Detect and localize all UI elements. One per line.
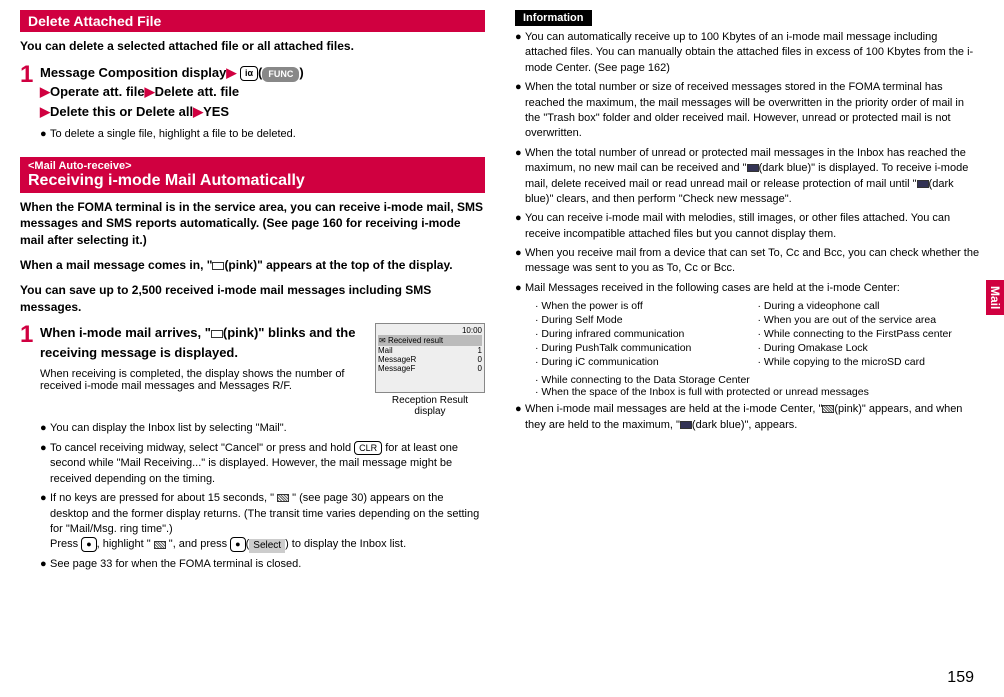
- bullet-icon: ●: [515, 246, 525, 277]
- step2-b2: To cancel receiving midway, select "Canc…: [50, 441, 485, 487]
- left-column: Delete Attached File You can delete a se…: [20, 10, 485, 582]
- bullet-icon: ●: [515, 281, 525, 296]
- envelope-icon: [211, 330, 223, 338]
- reception-result-figure: 10:00 ✉ Received result Mail1 MessageR0 …: [375, 323, 485, 417]
- step1-text-d: Delete this or Delete all: [50, 104, 193, 119]
- mail-auto-receive-block: <Mail Auto-receive> Receiving i-mode Mai…: [20, 157, 485, 193]
- bullet-icon: ●: [515, 402, 525, 433]
- clr-key-icon: CLR: [354, 441, 382, 456]
- mail-auto-tag: <Mail Auto-receive>: [28, 160, 477, 172]
- list-item: · When the power is off: [535, 300, 758, 312]
- txt: (dark blue)", appears.: [692, 419, 797, 431]
- center-mail-icon: [822, 405, 834, 413]
- envelope-darkblue-icon: [747, 164, 759, 172]
- list-item: · During Omakase Lock: [758, 342, 981, 354]
- list-item: · During a videophone call: [758, 300, 981, 312]
- list-item: · While connecting to the Data Storage C…: [535, 374, 980, 386]
- screen-row: Mail: [378, 346, 393, 355]
- txt: To cancel receiving midway, select "Canc…: [50, 442, 354, 454]
- auto-intro-1: When the FOMA terminal is in the service…: [20, 199, 485, 249]
- screen-val: 0: [478, 355, 482, 364]
- info-b2: When the total number or size of receive…: [525, 80, 980, 142]
- step1-text-e: YES: [203, 104, 229, 119]
- bullet-icon: ●: [40, 441, 50, 487]
- bullet-icon: ●: [515, 30, 525, 76]
- list-item: · While connecting to the FirstPass cent…: [758, 328, 981, 340]
- side-tab-mail: Mail: [986, 280, 1004, 315]
- bullet-icon: ●: [515, 211, 525, 242]
- ialpha-key-icon: iα: [240, 66, 258, 82]
- list-item: · During PushTalk communication: [535, 342, 758, 354]
- bullet-icon: ●: [40, 557, 50, 572]
- list-item: · During Self Mode: [535, 314, 758, 326]
- auto-intro-2: When a mail message comes in, "(pink)" a…: [20, 257, 485, 274]
- mail-auto-header: Receiving i-mode Mail Automatically: [28, 172, 477, 190]
- step1-text-a: Message Composition display: [40, 65, 226, 80]
- step1-title: Message Composition display▶ iα(FUNC) ▶O…: [40, 63, 485, 122]
- figure-caption: Reception Result display: [375, 395, 485, 417]
- list-item: · When the space of the Inbox is full wi…: [535, 386, 980, 398]
- step2-b1: You can display the Inbox list by select…: [50, 421, 485, 436]
- txt: Press: [50, 539, 81, 551]
- screen-title: Received result: [388, 336, 443, 345]
- arrow-icon: ▶: [226, 65, 236, 80]
- center-mail-darkblue-icon: [680, 421, 692, 429]
- step1-bullet: To delete a single file, highlight a fil…: [50, 127, 485, 142]
- step1-text-b: Operate att. file: [50, 84, 145, 99]
- delete-attached-header: Delete Attached File: [20, 10, 485, 32]
- envelope-icon: [212, 262, 224, 270]
- info-b1: You can automatically receive up to 100 …: [525, 30, 980, 76]
- bullet-icon: ●: [40, 127, 50, 142]
- bullet-icon: ●: [40, 491, 50, 553]
- bullet-icon: ●: [515, 80, 525, 142]
- screen-val: 1: [478, 346, 482, 355]
- list-item: · During iC communication: [535, 356, 758, 368]
- nav-key-icon: ●: [230, 537, 245, 552]
- step-1b: 1 10:00 ✉ Received result Mail1 MessageR…: [20, 323, 485, 576]
- screen-val: 0: [478, 364, 482, 373]
- screen-row: MessageF: [378, 364, 415, 373]
- arrow-icon: ▶: [145, 84, 155, 99]
- txt: When i-mode mail messages are held at th…: [525, 403, 822, 415]
- arrow-icon: ▶: [193, 104, 203, 119]
- auto-intro-3: You can save up to 2,500 received i-mode…: [20, 282, 485, 316]
- phone-screen: 10:00 ✉ Received result Mail1 MessageR0 …: [375, 323, 485, 393]
- step-1: 1 Message Composition display▶ iα(FUNC) …: [20, 63, 485, 147]
- delete-intro: You can delete a selected attached file …: [20, 38, 485, 55]
- txt: ", and press: [166, 539, 230, 551]
- info-b6: Mail Messages received in the following …: [525, 281, 980, 296]
- info-b3: When the total number of unread or prote…: [525, 146, 980, 208]
- step2-b4: See page 33 for when the FOMA terminal i…: [50, 557, 485, 572]
- nav-key-icon: ●: [81, 537, 96, 552]
- func-button-icon: FUNC: [262, 67, 299, 83]
- page-number: 159: [947, 669, 974, 687]
- arrow-icon: ▶: [40, 104, 50, 119]
- list-item: · When you are out of the service area: [758, 314, 981, 326]
- information-label: Information: [515, 10, 592, 26]
- step-number: 1: [20, 63, 40, 147]
- list-item: · While copying to the microSD card: [758, 356, 981, 368]
- txt: to display the Inbox list.: [289, 539, 406, 551]
- bullet-icon: ●: [40, 421, 50, 436]
- txt: If no keys are pressed for about 15 seco…: [50, 492, 277, 504]
- step-number: 1: [20, 323, 40, 576]
- screen-time: 10:00: [378, 326, 482, 335]
- arrow-icon: ▶: [40, 84, 50, 99]
- new-mail-desktop-icon: [277, 494, 289, 502]
- screen-row: MessageR: [378, 355, 416, 364]
- txt: , highlight ": [97, 539, 154, 551]
- select-softkey-icon: Select: [249, 539, 285, 553]
- step2-b3: If no keys are pressed for about 15 seco…: [50, 491, 485, 553]
- envelope-darkblue-icon: [917, 180, 929, 188]
- held-cases-list: · When the power is off · During Self Mo…: [535, 300, 980, 370]
- step1-text-c: Delete att. file: [155, 84, 240, 99]
- info-b4: You can receive i-mode mail with melodie…: [525, 211, 980, 242]
- bullet-icon: ●: [515, 146, 525, 208]
- new-mail-desktop-icon: [154, 541, 166, 549]
- list-item: · During infrared communication: [535, 328, 758, 340]
- info-b5: When you receive mail from a device that…: [525, 246, 980, 277]
- info-b7: When i-mode mail messages are held at th…: [525, 402, 980, 433]
- right-column: Information ●You can automatically recei…: [515, 10, 980, 582]
